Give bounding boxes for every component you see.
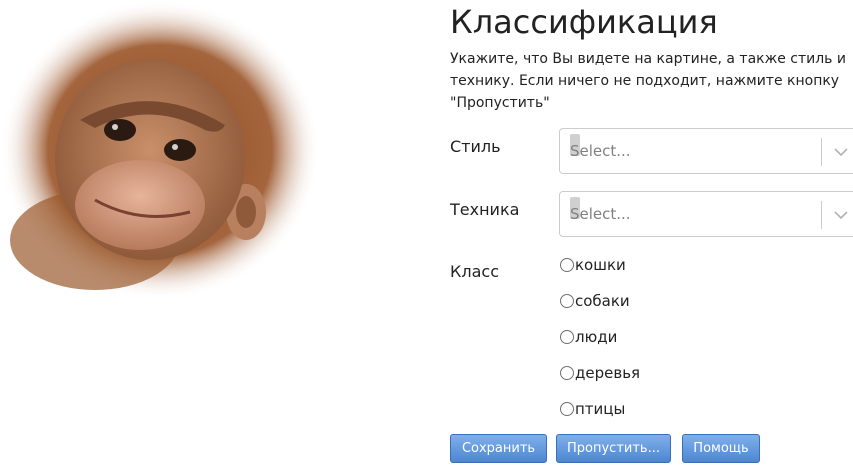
radio-button[interactable]: [560, 330, 574, 344]
radio-button[interactable]: [560, 402, 574, 416]
classification-page: Классификация Укажите, что Вы видете на …: [0, 0, 853, 471]
technique-select[interactable]: Select...: [559, 191, 853, 237]
page-title: Классификация: [450, 3, 718, 41]
class-option-label: собаки: [575, 292, 630, 310]
chevron-down-icon[interactable]: [832, 143, 850, 161]
radio-button[interactable]: [560, 258, 574, 272]
class-option-birds[interactable]: птицы: [560, 398, 625, 420]
class-option-dogs[interactable]: собаки: [560, 290, 630, 312]
class-option-label: птицы: [575, 400, 626, 418]
style-select[interactable]: Select...: [559, 128, 853, 174]
class-option-trees[interactable]: деревья: [560, 362, 640, 384]
select-separator: [821, 201, 822, 229]
radio-button[interactable]: [560, 294, 574, 308]
style-select-placeholder: Select...: [570, 142, 631, 160]
class-option-people[interactable]: люди: [560, 326, 617, 348]
radio-button[interactable]: [560, 366, 574, 380]
class-option-label: деревья: [575, 364, 641, 382]
chevron-down-icon[interactable]: [832, 206, 850, 224]
class-label: Класс: [450, 262, 499, 281]
style-label: Стиль: [450, 137, 501, 156]
save-button[interactable]: Сохранить: [450, 434, 547, 463]
instructions-text: Укажите, что Вы видете на картине, а так…: [450, 51, 846, 111]
class-option-label: люди: [575, 328, 618, 346]
class-option-label: кошки: [575, 256, 626, 274]
skip-button[interactable]: Пропустить...: [556, 434, 671, 463]
help-button[interactable]: Помощь: [682, 434, 760, 463]
classification-image: [0, 0, 330, 300]
class-option-cats[interactable]: кошки: [560, 254, 626, 276]
select-separator: [821, 138, 822, 166]
technique-select-placeholder: Select...: [570, 205, 631, 223]
technique-label: Техника: [450, 200, 520, 219]
